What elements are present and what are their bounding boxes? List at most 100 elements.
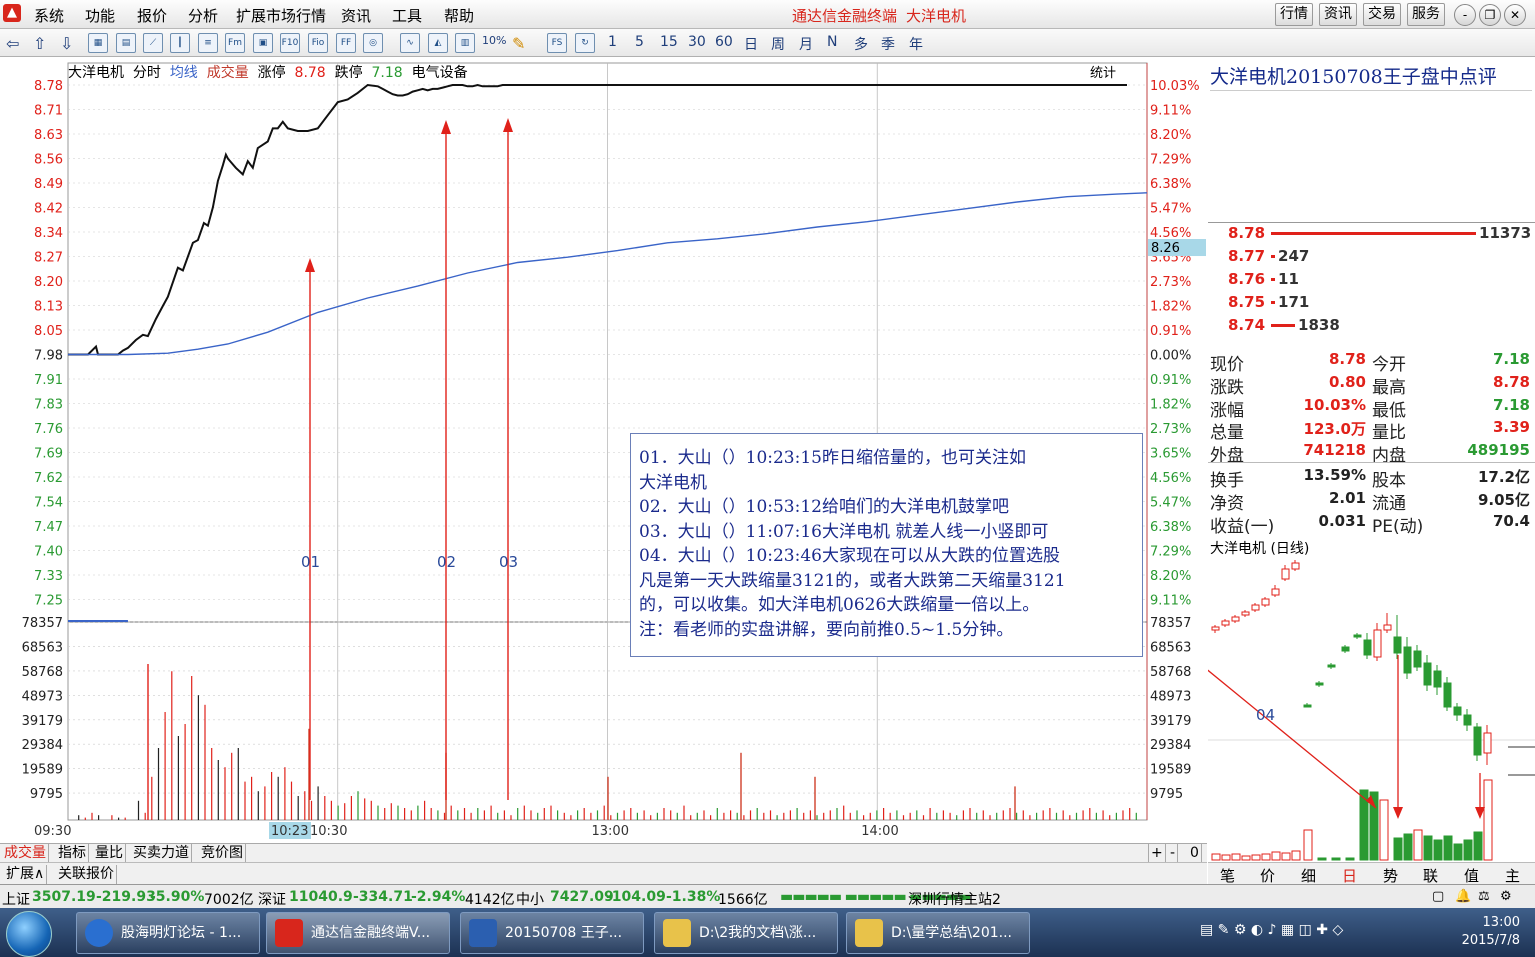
period-15[interactable]: 15 [660, 34, 678, 50]
settings-icon[interactable]: ⚙ [1500, 889, 1512, 904]
price-tick-label: 8.49 [34, 177, 63, 192]
time-tick-label: 10:23 [271, 824, 308, 839]
menu-analysis[interactable]: 分析 [188, 5, 218, 26]
menu-help[interactable]: 帮助 [444, 5, 474, 26]
refresh-icon[interactable]: ↻ [575, 33, 595, 53]
quote-value: 0.80 [1328, 372, 1366, 391]
scale-icon[interactable]: ⚖ [1478, 889, 1490, 904]
period-n[interactable]: N [827, 34, 837, 50]
tab-buy-sell-force[interactable]: 买卖力道 [131, 844, 192, 863]
orderbook-row[interactable]: 8.76 11 [1228, 270, 1299, 292]
zx-change: -104.09 [606, 889, 666, 905]
price-tick-label: 8.56 [34, 153, 63, 168]
daily-kline-chart[interactable]: 04 [1208, 555, 1535, 862]
period-60[interactable]: 60 [715, 34, 733, 50]
menu-extended-market[interactable]: 扩展市场行情 [236, 5, 326, 26]
tab-tick[interactable]: 笔 [1220, 865, 1235, 886]
period-season[interactable]: 季 [881, 34, 895, 54]
zoom-in-button[interactable]: + [1148, 844, 1166, 863]
menu-function[interactable]: 功能 [85, 5, 115, 26]
fio-icon[interactable]: Fio [308, 33, 328, 53]
sh-label: 上证 [2, 892, 30, 908]
zoom-out-button[interactable]: - [1168, 844, 1179, 863]
top-button-market[interactable]: 行情 [1275, 3, 1313, 26]
kline-volume-bar [1433, 839, 1443, 861]
period-month[interactable]: 月 [799, 34, 813, 54]
ff-icon[interactable]: FF [336, 33, 356, 53]
tab-day[interactable]: 日 [1342, 865, 1357, 886]
restore-icon[interactable]: ❐ [1479, 4, 1501, 26]
orderbook-row[interactable]: 8.74 1838 [1228, 316, 1340, 338]
arrow-down-icon[interactable]: ⇩ [60, 34, 73, 53]
orderbook-volume: 11 [1278, 270, 1299, 288]
menu-tools[interactable]: 工具 [392, 5, 422, 26]
tab-detail[interactable]: 细 [1301, 865, 1316, 886]
marker-arrow-head [1393, 807, 1403, 819]
tab-trend[interactable]: 势 [1383, 865, 1398, 886]
chart-mode: 分时 [132, 65, 161, 81]
period-day[interactable]: 日 [744, 34, 758, 54]
period-5[interactable]: 5 [635, 34, 644, 50]
chart-tool-icon[interactable]: ▦ [88, 33, 108, 53]
taskbar-item-tdx[interactable]: 通达信金融终端V... [266, 912, 450, 954]
fm-icon[interactable]: Fm [225, 33, 245, 53]
taskbar-item-folder1[interactable]: D:\2我的文档\涨... [654, 912, 838, 954]
grid-tool-icon[interactable]: ▤ [116, 33, 136, 53]
top-button-trade[interactable]: 交易 [1363, 3, 1401, 26]
f10-icon[interactable]: F10 [280, 33, 300, 53]
pencil-icon[interactable]: ✎ [512, 34, 525, 53]
orderbook-row[interactable]: 8.78 11373 [1228, 224, 1531, 246]
zx-pct: -1.38% [666, 889, 721, 905]
bell-icon[interactable]: 🔔 [1455, 889, 1471, 904]
menu-system[interactable]: 系统 [34, 5, 64, 26]
arrow-left-icon[interactable]: ⇦ [6, 34, 19, 53]
volume-tick-label: 29384 [1150, 738, 1191, 753]
menu-news[interactable]: 资讯 [341, 5, 371, 26]
tab-main[interactable]: 主 [1505, 865, 1520, 886]
taskbar-item-forum[interactable]: 股海明灯论坛 - 1... [76, 912, 260, 954]
tab-volume-ratio[interactable]: 量比 [93, 844, 126, 863]
server-name[interactable]: 深圳行情主站2 [908, 889, 1001, 909]
period-week[interactable]: 周 [771, 34, 785, 54]
circle-icon[interactable]: ◎ [363, 33, 383, 53]
area-icon[interactable]: ◭ [428, 33, 448, 53]
menu-quote[interactable]: 报价 [137, 5, 167, 26]
fs-icon[interactable]: FS [547, 33, 567, 53]
tray-icons[interactable]: ▤ ✎ ⚙ ◐ ♪ ▦ ◫ ✚ ◇ [1200, 922, 1343, 938]
taskbar-item-word[interactable]: 20150708 王子... [460, 912, 644, 954]
top-button-service[interactable]: 服务 [1407, 3, 1445, 26]
arrow-up-icon[interactable]: ⇧ [33, 34, 46, 53]
period-year[interactable]: 年 [909, 34, 923, 54]
candle-chart-icon[interactable]: ┃ [170, 33, 190, 53]
reset-button[interactable]: 0 [1188, 844, 1202, 863]
orderbook-row[interactable]: 8.77 247 [1228, 247, 1309, 269]
window-icon[interactable]: ▢ [1432, 889, 1444, 904]
tab-volume[interactable]: 成交量 [2, 844, 49, 863]
clock[interactable]: 13:00 2015/7/8 [1420, 914, 1520, 950]
layout-icon[interactable]: ▣ [253, 33, 273, 53]
orderbook-row[interactable]: 8.75 171 [1228, 293, 1309, 315]
percent-button[interactable]: 10% [482, 34, 506, 47]
stat-button[interactable]: 统计 [1090, 62, 1116, 81]
marker-arrow-head [305, 258, 315, 272]
taskbar-item-folder2[interactable]: D:\量学总结\201... [846, 912, 1030, 954]
period-1[interactable]: 1 [608, 34, 617, 50]
list-icon[interactable]: ≡ [198, 33, 218, 53]
period-multi[interactable]: 多 [854, 34, 868, 54]
expand-button[interactable]: 扩展∧ [4, 865, 48, 884]
minimize-icon[interactable]: - [1454, 4, 1476, 26]
wave-icon[interactable]: ∿ [400, 33, 420, 53]
tab-price[interactable]: 价 [1260, 865, 1275, 886]
bar-icon[interactable]: ▥ [455, 33, 475, 53]
close-icon[interactable]: ✕ [1504, 4, 1526, 26]
line-chart-icon[interactable]: ⟋ [143, 33, 163, 53]
tab-link[interactable]: 联 [1423, 865, 1438, 886]
windows-start-icon[interactable] [6, 911, 52, 957]
tab-indicator[interactable]: 指标 [56, 844, 89, 863]
tab-value[interactable]: 值 [1464, 865, 1479, 886]
volume-tick-label: 68563 [1150, 640, 1191, 655]
top-button-news[interactable]: 资讯 [1319, 3, 1357, 26]
period-30[interactable]: 30 [688, 34, 706, 50]
tab-auction[interactable]: 竞价图 [199, 844, 246, 863]
related-quote-button[interactable]: 关联报价 [56, 865, 117, 884]
